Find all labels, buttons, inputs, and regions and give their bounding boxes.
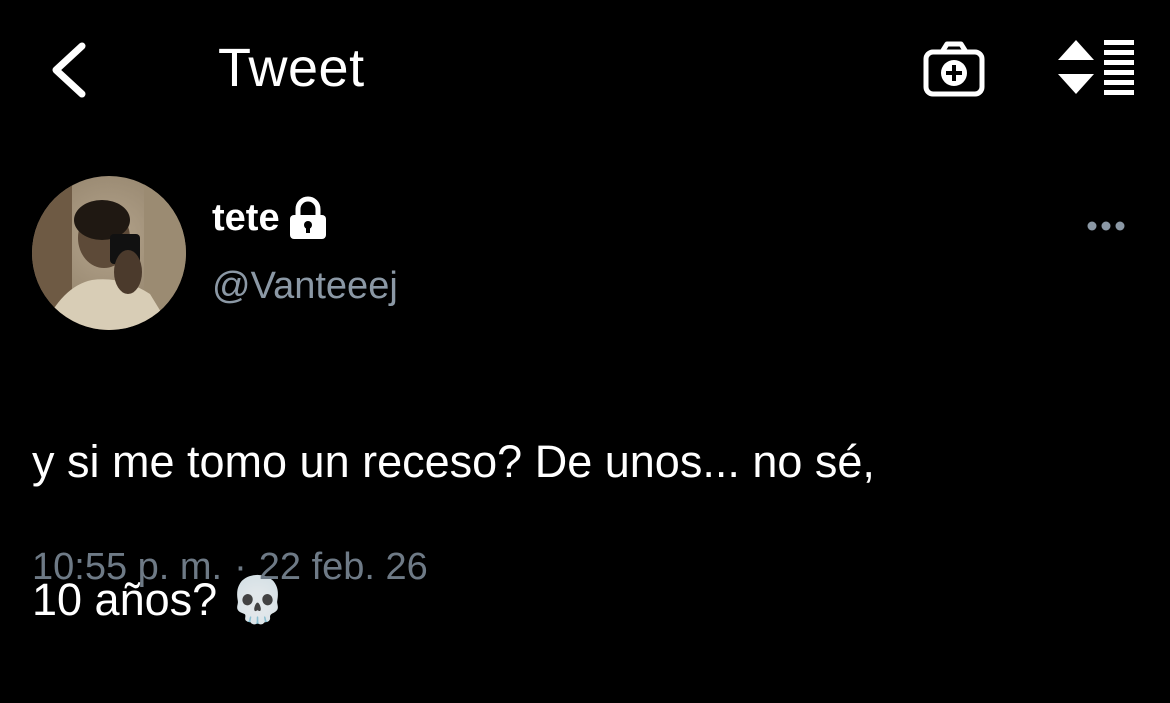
top-nav-bar: Tweet [0, 0, 1170, 140]
camera-button[interactable] [920, 40, 988, 100]
camera-plus-icon [923, 41, 985, 97]
timestamp-separator: · [234, 546, 247, 588]
user-handle[interactable]: @Vanteeej [212, 262, 398, 310]
sort-list-icon [1058, 40, 1134, 95]
sort-button[interactable] [1058, 38, 1138, 96]
more-horizontal-icon [1087, 221, 1125, 231]
tweet-text: y si me tomo un receso? De unos... no sé… [32, 358, 1132, 703]
tweet-timestamp: 10:55 p. m. · 22 feb. 26 [32, 541, 428, 593]
chevron-left-icon [52, 42, 86, 98]
avatar[interactable] [32, 176, 186, 330]
avatar-photo [32, 176, 186, 330]
author-name-row: tete [212, 192, 328, 244]
lock-icon [289, 196, 326, 239]
tweet-text-line: y si me tomo un receso? De unos... no sé… [32, 436, 875, 487]
display-name[interactable]: tete [212, 192, 280, 244]
back-button[interactable] [40, 40, 96, 100]
page-title: Tweet [218, 38, 365, 98]
tweet-time: 10:55 p. m. [32, 546, 223, 588]
tweet-date: 22 feb. 26 [258, 546, 428, 588]
more-options-button[interactable] [1080, 212, 1132, 240]
